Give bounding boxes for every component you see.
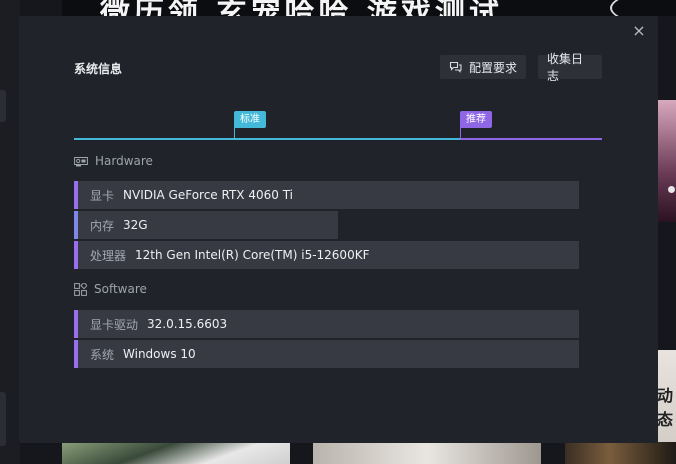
tier-badge-recommended: 推荐 — [460, 111, 492, 128]
background-thumbnail — [658, 100, 676, 222]
background-banner: 微历领 玄宠哈哈 游戏测试 — [62, 0, 676, 16]
row-label: 显卡驱动 — [90, 317, 139, 332]
dialog-title: 系统信息 — [74, 62, 123, 76]
background-thumbnail — [62, 442, 290, 464]
tier-bar-standard — [74, 138, 460, 140]
row-value: Windows 10 — [123, 347, 196, 361]
software-row-os: 系统 Windows 10 — [74, 340, 579, 368]
hardware-heading: Hardware — [74, 154, 153, 168]
software-heading: Software — [74, 282, 147, 296]
hardware-row-gpu: 显卡 NVIDIA GeForce RTX 4060 Ti — [74, 181, 579, 209]
background-thumbnail — [313, 442, 541, 464]
system-info-dialog: × 系统信息 配置要求 收集日志 标准 推荐 Hardware 显卡 NVIDI… — [19, 16, 658, 443]
background-side-text: 动态 — [657, 386, 674, 429]
background-carousel-dot — [668, 186, 675, 193]
row-value: 32.0.15.6603 — [147, 317, 228, 331]
software-heading-label: Software — [94, 282, 147, 296]
chat-icon — [449, 61, 462, 73]
row-value: NVIDIA GeForce RTX 4060 Ti — [123, 188, 293, 202]
row-label: 内存 — [90, 218, 115, 233]
background-sidebar-tab — [0, 392, 6, 446]
hardware-row-cpu: 处理器 12th Gen Intel(R) Core(TM) i5-12600K… — [74, 241, 579, 269]
hardware-heading-label: Hardware — [95, 154, 153, 168]
collect-logs-label: 收集日志 — [547, 52, 584, 83]
background-sidebar — [0, 0, 20, 464]
row-label: 系统 — [90, 347, 115, 362]
tier-badge-standard: 标准 — [234, 111, 266, 128]
config-requirements-label: 配置要求 — [469, 60, 518, 75]
tier-bar-recommended — [460, 138, 602, 140]
collect-logs-button[interactable]: 收集日志 — [538, 52, 602, 83]
config-requirements-button[interactable]: 配置要求 — [440, 55, 526, 79]
tier-marker-recommended — [460, 128, 461, 140]
software-row-driver: 显卡驱动 32.0.15.6603 — [74, 310, 579, 338]
close-icon[interactable]: × — [632, 23, 646, 39]
row-value: 12th Gen Intel(R) Core(TM) i5-12600KF — [135, 248, 370, 262]
row-value: 32G — [123, 218, 148, 232]
background-banner-text: 微历领 玄宠哈哈 游戏测试 — [100, 0, 503, 16]
background-thumbnail — [565, 442, 676, 464]
tier-marker-standard — [234, 128, 235, 140]
background-sidebar-tab — [0, 90, 6, 122]
apps-icon — [74, 282, 87, 296]
hardware-row-memory: 内存 32G — [74, 211, 338, 239]
background-banner-oval — [610, 0, 676, 16]
gpu-icon — [74, 156, 88, 166]
row-label: 处理器 — [90, 248, 127, 263]
row-label: 显卡 — [90, 188, 115, 203]
